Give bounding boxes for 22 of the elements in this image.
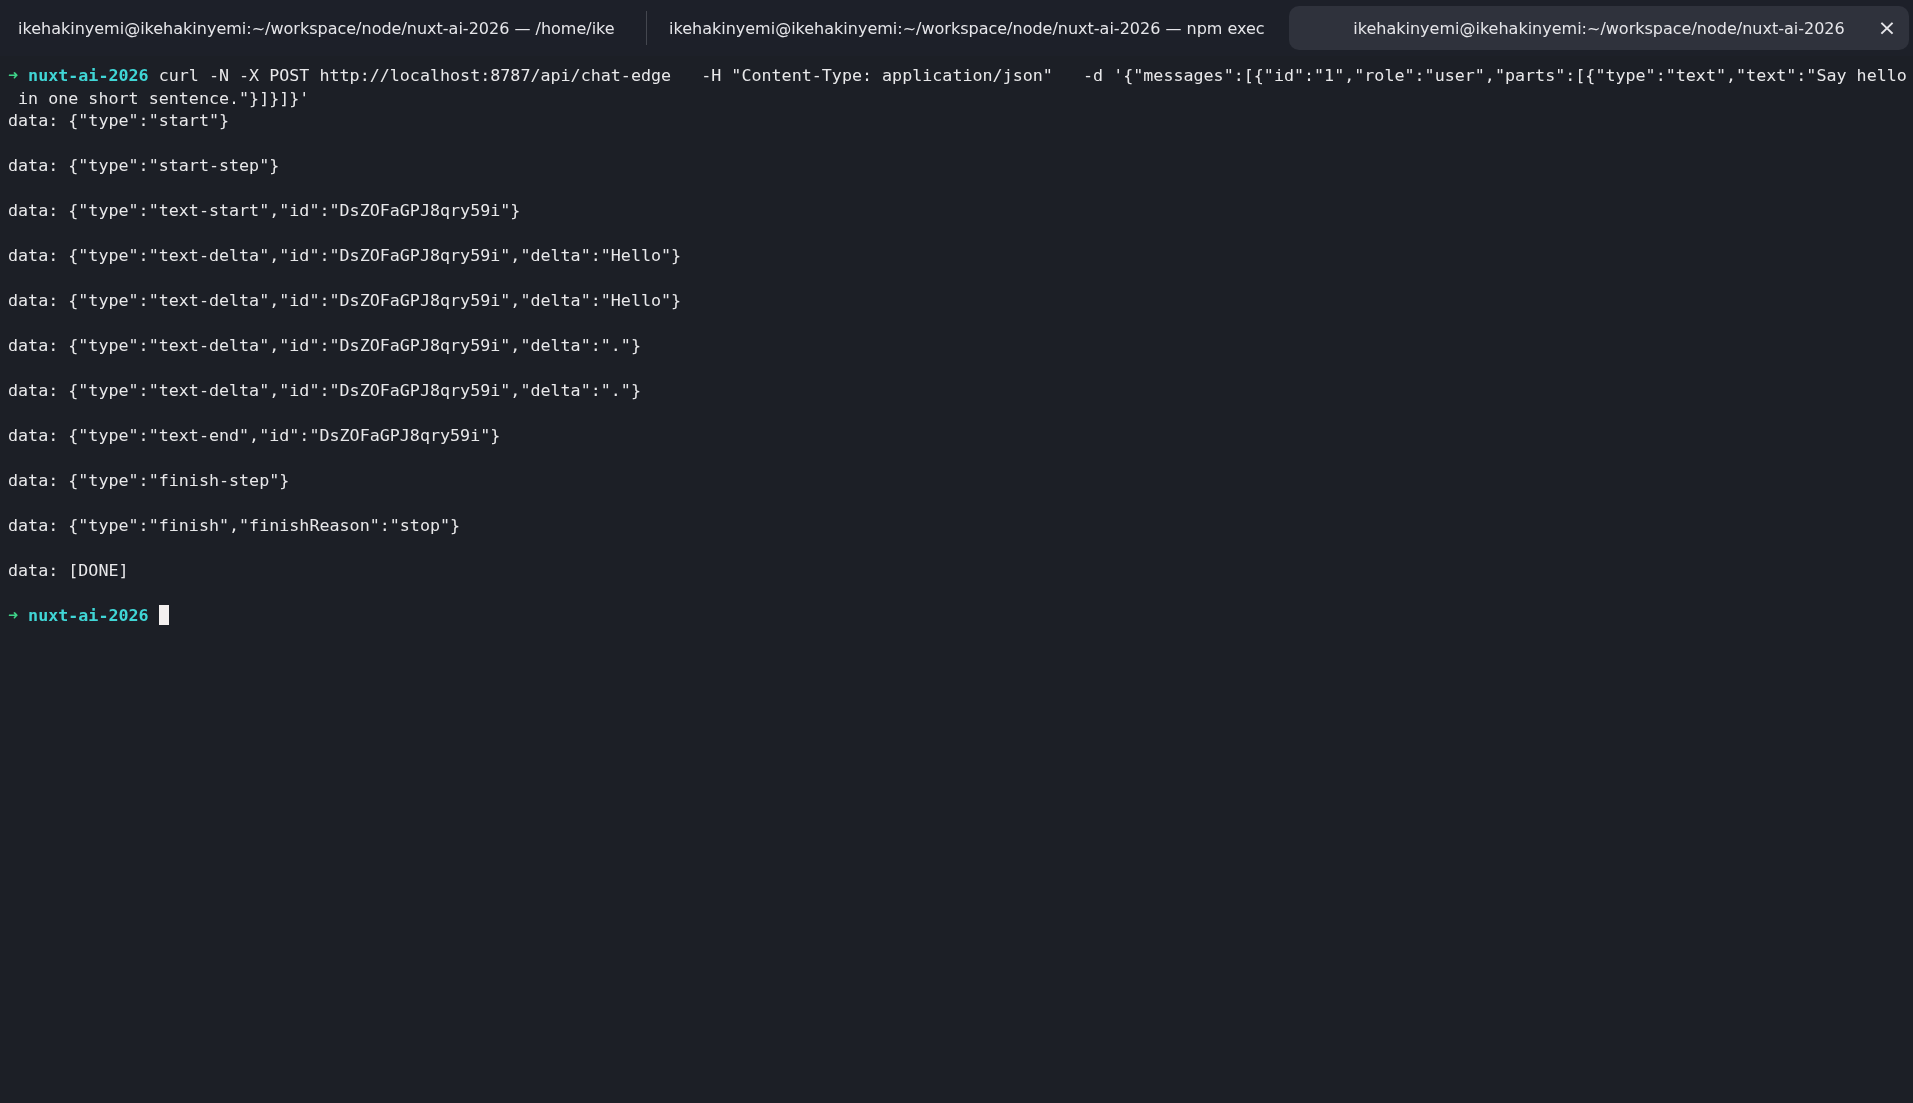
output-line: data: {"type":"text-start","id":"DsZOFaGPJ8qry59i"} [8,200,521,220]
command-text: curl -N -X POST http://localhost:8787/api/chat-edge -H "Content-Type: application/json" -d '{"messages":[{"id":"1","role":"user","parts":[{"type":"text","text":"Say hello [158,65,1907,85]
output-line: data: {"type":"finish","finishReason":"stop"} [8,515,461,535]
terminal-tab[interactable]: ikehakinyemi@ikehakinyemi:~/workspace/node/nuxt-ai-2026 × [1289,6,1909,50]
output-line: data: {"type":"finish-step"} [8,470,290,490]
prompt-directory: nuxt-ai-2026 [28,65,149,85]
output-line: data: {"type":"text-delta","id":"DsZOFaGPJ8qry59i","delta":"."} [8,380,641,400]
output-line: data: {"type":"text-delta","id":"DsZOFaGPJ8qry59i","delta":"Hello"} [8,245,682,265]
close-tab-button[interactable]: × [1875,16,1899,40]
text-cursor [158,605,169,625]
prompt-arrow: ➜ [8,65,19,85]
output-line: data: [DONE] [8,560,129,580]
prompt-directory: nuxt-ai-2026 [28,605,149,625]
output-line: data: {"type":"start"} [8,110,230,130]
prompt-arrow: ➜ [8,605,19,625]
output-line: data: {"type":"text-delta","id":"DsZOFaGPJ8qry59i","delta":"Hello"} [8,290,682,310]
command-text: in one short sentence."}]}]}' [17,87,310,108]
output-line: data: {"type":"text-delta","id":"DsZOFaGPJ8qry59i","delta":"."} [8,335,641,355]
terminal-tab[interactable]: ikehakinyemi@ikehakinyemi:~/workspace/node/nuxt-ai-2026 — /home/ike [4,6,638,50]
output-line: data: {"type":"text-end","id":"DsZOFaGPJ8qry59i"} [8,425,501,445]
terminal-tab[interactable]: ikehakinyemi@ikehakinyemi:~/workspace/node/nuxt-ai-2026 — npm exec [655,6,1289,50]
output-line: data: {"type":"start-step"} [8,155,280,175]
